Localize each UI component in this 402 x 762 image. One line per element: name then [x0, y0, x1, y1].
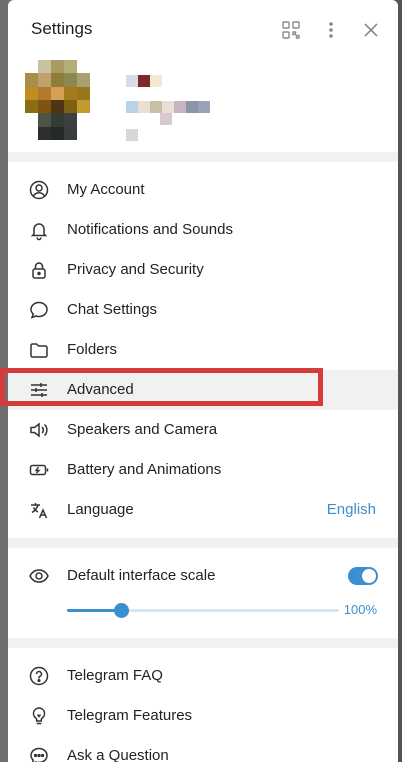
- menu-item-speakers-camera[interactable]: Speakers and Camera: [8, 410, 398, 450]
- profile-phone: [126, 101, 210, 113]
- profile-section[interactable]: [8, 58, 398, 152]
- speaker-icon: [28, 419, 50, 441]
- menu-item-folders[interactable]: Folders: [8, 330, 398, 370]
- translate-icon: [28, 499, 50, 521]
- profile-username: [126, 129, 138, 141]
- settings-menu: My Account Notifications and Sounds Priv…: [8, 162, 398, 530]
- bell-icon: [28, 219, 50, 241]
- menu-label: Speakers and Camera: [67, 421, 218, 438]
- menu-label: Telegram Features: [67, 707, 193, 724]
- menu-label: My Account: [67, 181, 145, 198]
- more-vertical-icon[interactable]: [320, 19, 342, 41]
- menu-item-privacy[interactable]: Privacy and Security: [8, 250, 398, 290]
- menu-label: Telegram FAQ: [67, 667, 163, 684]
- menu-item-faq[interactable]: Telegram FAQ: [8, 656, 398, 696]
- menu-item-notifications[interactable]: Notifications and Sounds: [8, 210, 398, 250]
- slider-fill: [67, 609, 122, 612]
- scale-slider[interactable]: [67, 603, 339, 618]
- user-circle-icon: [28, 179, 50, 201]
- settings-header: Settings: [8, 0, 398, 58]
- menu-item-language[interactable]: Language English: [8, 490, 398, 530]
- profile-name: [126, 75, 162, 87]
- avatar[interactable]: [25, 60, 103, 140]
- scale-section: Default interface scale 100%: [8, 548, 398, 632]
- lock-icon: [28, 259, 50, 281]
- separator: [8, 538, 398, 548]
- close-icon[interactable]: [360, 19, 382, 41]
- chat-bubble-icon: [28, 299, 50, 321]
- menu-label: Default interface scale: [67, 567, 216, 584]
- qr-code-icon[interactable]: [280, 19, 302, 41]
- folder-icon: [28, 339, 50, 361]
- highlight-box: [0, 368, 323, 406]
- menu-item-features[interactable]: Telegram Features: [8, 696, 398, 736]
- menu-label: Notifications and Sounds: [67, 221, 233, 238]
- separator: [8, 638, 398, 648]
- eye-icon: [28, 565, 50, 587]
- menu-item-ask-question[interactable]: Ask a Question: [8, 736, 398, 762]
- lightbulb-icon: [28, 705, 50, 727]
- separator: [8, 152, 398, 162]
- menu-item-chat-settings[interactable]: Chat Settings: [8, 290, 398, 330]
- slider-thumb[interactable]: [114, 603, 130, 618]
- menu-item-my-account[interactable]: My Account: [8, 170, 398, 210]
- menu-label: Folders: [67, 341, 118, 358]
- page-title: Settings: [31, 19, 93, 38]
- profile-phone-tail: [160, 113, 172, 125]
- menu-label: Battery and Animations: [67, 461, 222, 478]
- menu-label: Privacy and Security: [67, 261, 204, 278]
- question-circle-icon: [28, 665, 50, 687]
- menu-label: Ask a Question: [67, 747, 169, 762]
- battery-icon: [28, 459, 50, 481]
- menu-label: Chat Settings: [67, 301, 158, 318]
- menu-item-battery[interactable]: Battery and Animations: [8, 450, 398, 490]
- language-value: English: [326, 501, 376, 518]
- menu-label: Language: [67, 501, 134, 518]
- scale-slider-row: 100%: [8, 596, 398, 632]
- menu-item-interface-scale[interactable]: Default interface scale: [8, 556, 398, 596]
- scale-toggle[interactable]: [348, 567, 378, 585]
- help-section: Telegram FAQ Telegram Features Ask a Que…: [8, 648, 398, 762]
- scale-value: 100%: [343, 602, 377, 617]
- chat-dots-icon: [28, 745, 50, 762]
